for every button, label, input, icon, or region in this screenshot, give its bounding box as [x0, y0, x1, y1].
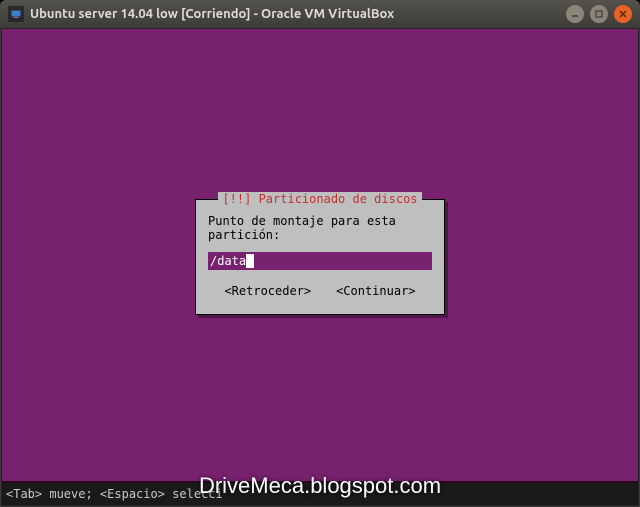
- mountpoint-value: /data: [210, 254, 246, 268]
- text-cursor: [246, 254, 254, 268]
- close-button[interactable]: [614, 5, 632, 23]
- window-controls: [566, 5, 632, 23]
- minimize-button[interactable]: [566, 5, 584, 23]
- dialog-title: [!!] Particionado de discos: [218, 192, 421, 206]
- titlebar[interactable]: Ubuntu server 14.04 low [Corriendo] - Or…: [0, 0, 640, 28]
- virtualbox-window: Ubuntu server 14.04 low [Corriendo] - Or…: [0, 0, 640, 507]
- dialog-prompt: Punto de montaje para esta partición:: [208, 214, 432, 242]
- help-bar: <Tab> mueve; <Espacio> selecci: [2, 483, 638, 505]
- window-title: Ubuntu server 14.04 low [Corriendo] - Or…: [30, 7, 566, 21]
- back-button[interactable]: <Retroceder>: [224, 284, 311, 298]
- continue-button[interactable]: <Continuar>: [336, 284, 415, 298]
- vm-screen: [!!] Particionado de discos Punto de mon…: [1, 28, 639, 506]
- mountpoint-input[interactable]: /data: [208, 252, 432, 270]
- partition-dialog: [!!] Particionado de discos Punto de mon…: [195, 199, 445, 315]
- maximize-button[interactable]: [590, 5, 608, 23]
- app-icon: [8, 6, 24, 22]
- help-text: <Tab> mueve; <Espacio> selecci: [6, 487, 223, 501]
